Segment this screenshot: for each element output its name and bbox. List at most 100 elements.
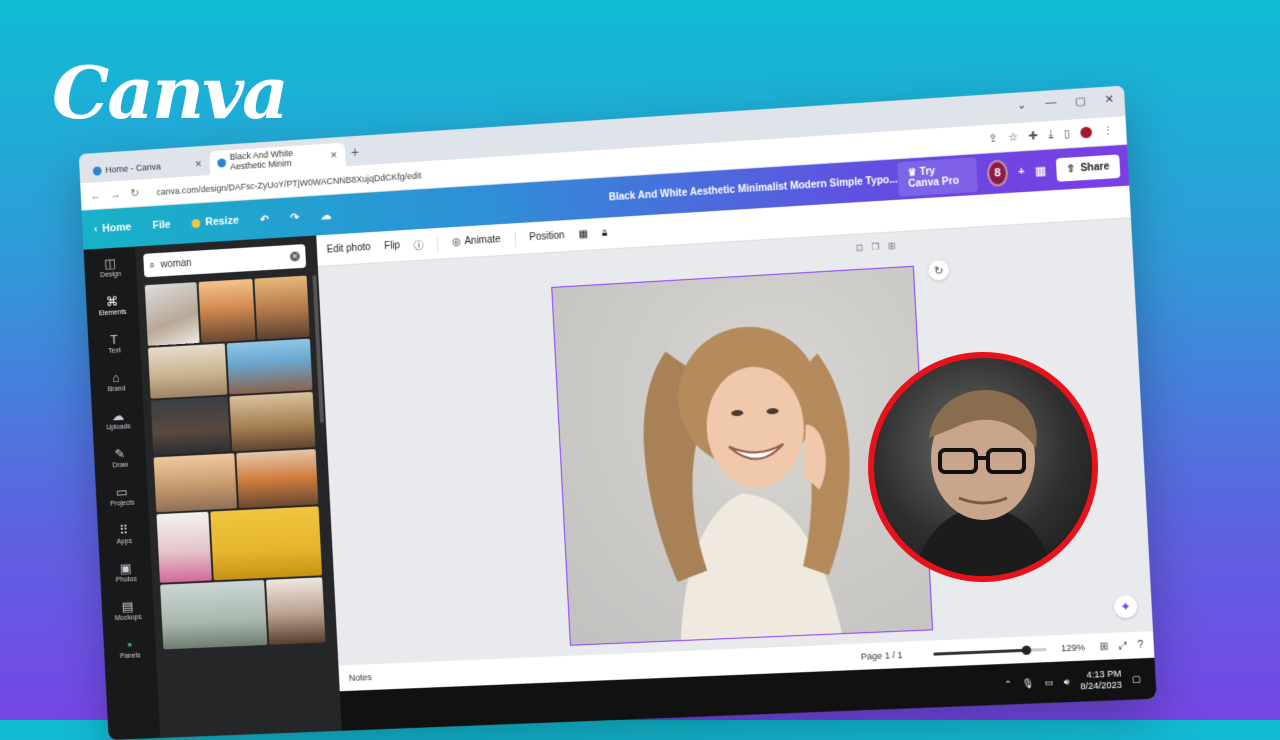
add-page-icon[interactable]: ⊞ bbox=[888, 240, 896, 252]
chevron-up-icon[interactable]: ⌃ bbox=[1004, 678, 1012, 689]
photo-results bbox=[145, 275, 309, 285]
rail-label: Elements bbox=[99, 308, 127, 316]
page-tools: ⊡ ❐ ⊞ bbox=[855, 240, 896, 253]
canva-logo: Canva bbox=[52, 50, 287, 135]
shapes-icon: ⌘ bbox=[106, 294, 119, 307]
photo-thumbnail[interactable] bbox=[229, 392, 315, 452]
home-button[interactable]: ‹ Home bbox=[94, 221, 132, 235]
photo-thumbnail[interactable] bbox=[154, 453, 238, 512]
minimize-icon[interactable]: — bbox=[1045, 96, 1057, 110]
download-icon[interactable]: ⤓ bbox=[1048, 128, 1054, 142]
rail-label: Photos bbox=[116, 576, 137, 584]
photo-icon: ▣ bbox=[119, 561, 131, 574]
rail-label: Panels bbox=[120, 652, 141, 660]
crown-icon bbox=[192, 218, 201, 227]
rail-mockups[interactable]: ▤ Mockups bbox=[101, 590, 155, 630]
taskbar-clock[interactable]: 4:13 PM 8/24/2023 bbox=[1079, 668, 1122, 692]
bookmark-star-icon[interactable]: ☆ bbox=[1008, 130, 1019, 144]
close-icon[interactable]: ✕ bbox=[194, 158, 202, 169]
undo-icon[interactable]: ↶ bbox=[260, 212, 270, 225]
photo-thumbnail[interactable] bbox=[156, 512, 211, 583]
new-tab-icon[interactable]: + bbox=[351, 144, 360, 160]
duplicate-page-icon[interactable]: ❐ bbox=[871, 241, 880, 253]
toolbar-divider bbox=[514, 231, 516, 247]
chevron-down-icon[interactable]: ⌄ bbox=[1016, 98, 1026, 112]
resize-button[interactable]: Resize bbox=[191, 215, 239, 230]
flip-button[interactable]: Flip bbox=[384, 240, 400, 252]
rotate-icon[interactable]: ↻ bbox=[928, 260, 950, 281]
rail-label: Brand bbox=[107, 385, 125, 393]
clear-search-icon[interactable]: ✕ bbox=[290, 251, 300, 261]
photo-thumbnail[interactable] bbox=[151, 396, 231, 455]
page-indicator[interactable]: Page 1 / 1 bbox=[861, 650, 903, 662]
grid-view-icon[interactable]: ⊞ bbox=[1099, 641, 1108, 653]
profile-avatar[interactable] bbox=[1080, 126, 1092, 138]
network-icon[interactable]: ▭ bbox=[1044, 677, 1053, 689]
lock-icon[interactable]: 🔒︎ bbox=[602, 228, 608, 239]
forward-icon[interactable]: → bbox=[110, 188, 121, 200]
sidebar-icon[interactable]: ▯ bbox=[1063, 127, 1070, 141]
volume-icon[interactable]: 🔊︎ bbox=[1063, 676, 1069, 687]
help-icon[interactable]: ? bbox=[1137, 639, 1143, 650]
collaborator-avatar[interactable]: 8 bbox=[987, 159, 1009, 187]
rail-panels[interactable]: ▪ Panels bbox=[103, 628, 157, 668]
animate-label: Animate bbox=[464, 234, 501, 247]
photo-thumbnail[interactable] bbox=[160, 580, 267, 649]
zoom-slider[interactable] bbox=[933, 647, 1046, 655]
rail-uploads[interactable]: ☁ Uploads bbox=[91, 399, 144, 440]
lock-page-icon[interactable]: ⊡ bbox=[855, 242, 863, 254]
extensions-icon[interactable]: ✚ bbox=[1028, 129, 1038, 143]
cloud-save-icon[interactable]: ☁ bbox=[320, 208, 331, 221]
rail-projects[interactable]: ▭ Projects bbox=[95, 475, 148, 516]
photo-thumbnail[interactable] bbox=[198, 279, 255, 343]
animate-button[interactable]: ◎ Animate bbox=[452, 234, 501, 248]
info-icon[interactable]: ⓘ bbox=[413, 237, 424, 252]
transparency-icon[interactable]: ▦ bbox=[578, 229, 588, 241]
search-value: woman bbox=[160, 257, 191, 270]
zoom-slider-fill bbox=[933, 648, 1026, 655]
share-page-icon[interactable]: ⇪ bbox=[988, 132, 998, 146]
file-menu[interactable]: File bbox=[152, 219, 171, 232]
notes-button[interactable]: Notes bbox=[349, 672, 372, 683]
folder-icon: ▭ bbox=[116, 485, 128, 498]
rail-photos[interactable]: ▣ Photos bbox=[99, 552, 153, 593]
photo-thumbnail[interactable] bbox=[210, 506, 322, 580]
document-title[interactable]: Black And White Aesthetic Minimalist Mod… bbox=[609, 174, 899, 203]
photo-thumbnail[interactable] bbox=[148, 343, 227, 398]
back-icon[interactable]: ← bbox=[90, 189, 101, 201]
search-input[interactable]: ⌕ woman ✕ bbox=[143, 244, 306, 277]
rail-text[interactable]: T Text bbox=[87, 323, 140, 364]
reload-icon[interactable]: ↻ bbox=[130, 186, 139, 199]
try-pro-button[interactable]: ♛ Try Canva Pro bbox=[897, 157, 978, 196]
microphone-icon[interactable]: 🎙︎ bbox=[1022, 677, 1034, 689]
photo-thumbnail[interactable] bbox=[254, 276, 309, 340]
rail-apps[interactable]: ⠿ Apps bbox=[97, 514, 151, 555]
resize-label: Resize bbox=[205, 215, 239, 229]
rail-draw[interactable]: ✎ Draw bbox=[93, 437, 146, 478]
photo-thumbnail[interactable] bbox=[145, 282, 200, 346]
rail-design[interactable]: ◫ Design bbox=[84, 247, 137, 288]
photo-thumbnail[interactable] bbox=[266, 577, 326, 645]
close-icon[interactable]: ✕ bbox=[330, 150, 338, 161]
rail-label: Mockups bbox=[115, 614, 142, 622]
fullscreen-icon[interactable]: ⤢ bbox=[1118, 640, 1127, 652]
add-collaborator-icon[interactable]: + bbox=[1018, 165, 1025, 178]
zoom-slider-knob[interactable] bbox=[1022, 645, 1032, 655]
redo-icon[interactable]: ↷ bbox=[290, 210, 300, 223]
insights-icon[interactable]: ▥ bbox=[1035, 164, 1046, 178]
position-button[interactable]: Position bbox=[529, 230, 565, 243]
share-button[interactable]: ⇧ Share bbox=[1056, 154, 1121, 181]
photo-thumbnail[interactable] bbox=[227, 339, 313, 395]
rail-elements[interactable]: ⌘ Elements bbox=[86, 285, 139, 326]
close-window-icon[interactable]: ✕ bbox=[1104, 92, 1114, 106]
chevron-left-icon: ‹ bbox=[94, 223, 98, 235]
rail-brand[interactable]: ⌂ Brand bbox=[89, 361, 142, 402]
zoom-value[interactable]: 129% bbox=[1061, 642, 1085, 653]
menu-icon[interactable]: ⋮ bbox=[1102, 124, 1114, 138]
edit-photo-button[interactable]: Edit photo bbox=[326, 242, 370, 256]
magic-assistant-icon[interactable]: ✦ bbox=[1114, 595, 1138, 618]
notification-icon[interactable]: ▢ bbox=[1132, 673, 1141, 685]
photo-thumbnail[interactable] bbox=[236, 449, 318, 508]
grid-icon: ⠿ bbox=[119, 523, 129, 536]
maximize-icon[interactable]: ▢ bbox=[1075, 94, 1087, 108]
